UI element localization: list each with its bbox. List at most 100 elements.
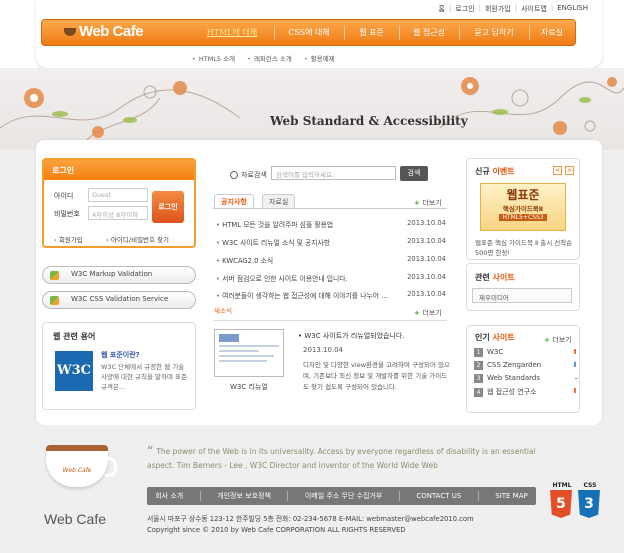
validation-icon [50, 271, 59, 280]
util-login-link[interactable]: 로그인 [455, 4, 474, 14]
event-prev-button[interactable]: < [553, 166, 562, 175]
tab-archive[interactable]: 자료실 [262, 194, 296, 208]
util-home-link[interactable]: 홈 [438, 4, 444, 14]
gnb-accessibility[interactable]: 웹 접근성 [399, 20, 459, 45]
search-button[interactable]: 검색 [400, 166, 428, 181]
notice-item[interactable]: W3C 사이트 리뉴얼 소식 및 공지사항2013.10.04 [216, 237, 446, 247]
popular-more-link[interactable]: 더보기 [544, 335, 571, 345]
popular-item[interactable]: 4웹 접근성 연구소 ⬆ [474, 387, 578, 397]
event-title: 신규 이벤트 [475, 167, 515, 176]
search-label: 자료검색 [241, 171, 267, 179]
footer-address: 서울시 마포구 상수동 123-12 한주빌딩 5층 전화: 02-234-56… [147, 515, 474, 523]
terms-description: W3C 단체에서 규정한 웹 기술 사양에 대한 규칙을 말하며 표준 규격은.… [101, 363, 188, 391]
notice-item[interactable]: 서버 점검으로 인한 사이트 이용안내 입니다.2013.10.04 [216, 273, 446, 283]
footer-contact-link[interactable]: CONTACT US [416, 492, 461, 500]
subnav-html5-intro[interactable]: HTML5 소개 [192, 53, 235, 63]
id-input[interactable]: Guest [88, 188, 148, 202]
gnb-archive[interactable]: 자료실 [529, 20, 575, 45]
popular-item[interactable]: 2 CSS Zengarden ⬇ [474, 361, 578, 370]
related-title: 관련 사이트 [475, 273, 515, 282]
related-site-select[interactable]: 제우미디어 [472, 288, 572, 303]
html5-badge: HTML 5 [550, 482, 574, 518]
news-more-link[interactable]: 더보기 [414, 308, 441, 318]
gnb-html[interactable]: HTML에 대해 [192, 20, 272, 45]
visual-title: Web Standard & Accessibility [270, 114, 468, 128]
footer-email-policy-link[interactable]: 이메일 주소 무단 수집거부 [305, 491, 383, 501]
login-title: 로그인 [44, 160, 194, 180]
related-box [466, 263, 580, 311]
trend-up-icon: ⬆ [572, 387, 578, 395]
popular-item[interactable]: 1 W3C ⬆ [474, 348, 578, 357]
event-banner-title: 웹표준 [506, 188, 540, 202]
trend-up-icon: ⬆ [572, 348, 578, 356]
css3-badge: CSS 3 [578, 482, 602, 518]
event-next-button[interactable]: > [565, 166, 574, 175]
terms-title: 웹 관련 용어 [53, 332, 96, 341]
event-banner-subtitle: 핵심가이드북Ⅱ [502, 205, 544, 213]
css-validation-label: W3C CSS Validation Service [71, 295, 169, 303]
login-box: 로그인 아이디 Guest 비밀번호 4자이상 8자이하 로그인 회원가입 아이… [42, 158, 196, 248]
password-label: 비밀번호 [54, 210, 80, 218]
feature-thumbnail[interactable] [214, 329, 284, 377]
footer-sitemap-link[interactable]: SITE MAP [495, 492, 527, 500]
event-banner-tag: HTML5+CSS3 [499, 214, 547, 221]
notice-more-link[interactable]: 더보기 [414, 198, 441, 208]
coffee-cup-icon [64, 27, 76, 36]
feature-caption: W3C 리뉴얼 [230, 383, 268, 391]
w3c-markup-validation-button[interactable]: W3C Markup Validation [42, 266, 196, 284]
sub-nav: HTML5 소개 레퍼런스 소개 활용예제 [192, 53, 335, 63]
footer-privacy-link[interactable]: 개인정보 보호정책 [217, 491, 271, 501]
logo-text: Web Cafe [79, 23, 144, 40]
terms-question[interactable]: 웹 표준이란? [101, 350, 140, 360]
web-terms-box: 웹 관련 용어 W3C 웹 표준이란? W3C 단체에서 규정한 웹 기술 사양… [42, 322, 196, 410]
subnav-reference[interactable]: 레퍼런스 소개 [247, 53, 292, 63]
feature-date: 2013.10.04 [303, 346, 344, 354]
join-link[interactable]: 회원가입 [54, 234, 83, 244]
quote: “The power of the Web is in its universa… [147, 444, 536, 470]
subnav-examples[interactable]: 활용예제 [304, 53, 335, 63]
header: 홈 | 로그인 | 회원가입 | 사이트맵 | ENGLISH HTML에 대해 CSS… [0, 0, 624, 74]
notice-item[interactable]: HTML 모든 것을 알려주마 섬플 활용법2013.10.04 [216, 219, 446, 229]
login-button[interactable]: 로그인 [152, 191, 184, 223]
html5-badge-label: HTML [552, 482, 572, 489]
feature-text: 디자인 및 다양한 view환경을 고려하여 구성되어 있으며, 기존보다 최신… [303, 361, 450, 391]
html5-shield-icon: 5 [550, 490, 572, 518]
search-icon [230, 171, 238, 179]
util-english-link[interactable]: ENGLISH [557, 4, 588, 14]
gnb-css[interactable]: CSS에 대해 [274, 20, 344, 45]
footer-logo: Web Cafe [44, 511, 106, 527]
event-text: 웹표준 핵심 가이드북 Ⅱ 출시 선착순 500명 한정! [475, 239, 573, 257]
w3c-css-validation-button[interactable]: W3C CSS Validation Service [42, 291, 196, 309]
tab-notice[interactable]: 공지사항 [214, 194, 254, 208]
validation-icon [50, 296, 59, 305]
footer-about-link[interactable]: 회사 소개 [155, 491, 183, 501]
util-join-link[interactable]: 회원가입 [485, 4, 511, 14]
notice-item[interactable]: KWCAG2.0 소식2013.10.04 [216, 255, 446, 265]
id-label: 아이디 [54, 192, 74, 200]
find-account-link[interactable]: 아이디/비밀번호 찾기 [106, 234, 169, 244]
gnb-web-standard[interactable]: 웹 표준 [344, 20, 399, 45]
popular-item[interactable]: 3 Web Standards – [474, 374, 578, 383]
notice-item[interactable]: 여러분들이 생각하는 웹 접근성에 대해 이야기를 나누어 ...2013.10… [216, 290, 446, 300]
news-tag: 새소식 [214, 307, 232, 315]
password-input[interactable]: 4자이상 8자이하 [88, 206, 148, 220]
w3c-logo: W3C [55, 351, 93, 391]
markup-validation-label: W3C Markup Validation [71, 270, 153, 278]
trend-same-icon: – [574, 374, 579, 382]
search-input[interactable]: 검색어를 입력하세요. [271, 166, 396, 180]
quote-text: The power of the Web is in its universal… [147, 447, 536, 470]
css3-badge-label: CSS [583, 482, 597, 489]
popular-title: 인기 사이트 [475, 333, 515, 342]
site-logo[interactable]: Web Cafe [64, 23, 144, 40]
event-banner[interactable]: 웹표준 핵심가이드북Ⅱ HTML5+CSS3 [480, 183, 566, 231]
trend-down-icon: ⬇ [572, 361, 578, 369]
feature-title[interactable]: W3C 사이트가 리뉴얼되었습니다. [298, 331, 404, 341]
gnb-qna[interactable]: 묻고 답하기 [459, 20, 529, 45]
css3-shield-icon: 3 [578, 490, 600, 518]
util-sitemap-link[interactable]: 사이트맵 [521, 4, 547, 14]
utility-nav: 홈 | 로그인 | 회원가입 | 사이트맵 | ENGLISH [438, 4, 588, 14]
visual-banner: Web Standard & Accessibility [0, 68, 624, 150]
floral-decoration [0, 77, 624, 149]
footer-copyright: Copyright since © 2010 by Web Cafe CORPO… [147, 526, 406, 534]
footer-nav: 회사 소개 개인정보 보호정책 이메일 주소 무단 수집거부 CONTACT U… [147, 487, 536, 505]
